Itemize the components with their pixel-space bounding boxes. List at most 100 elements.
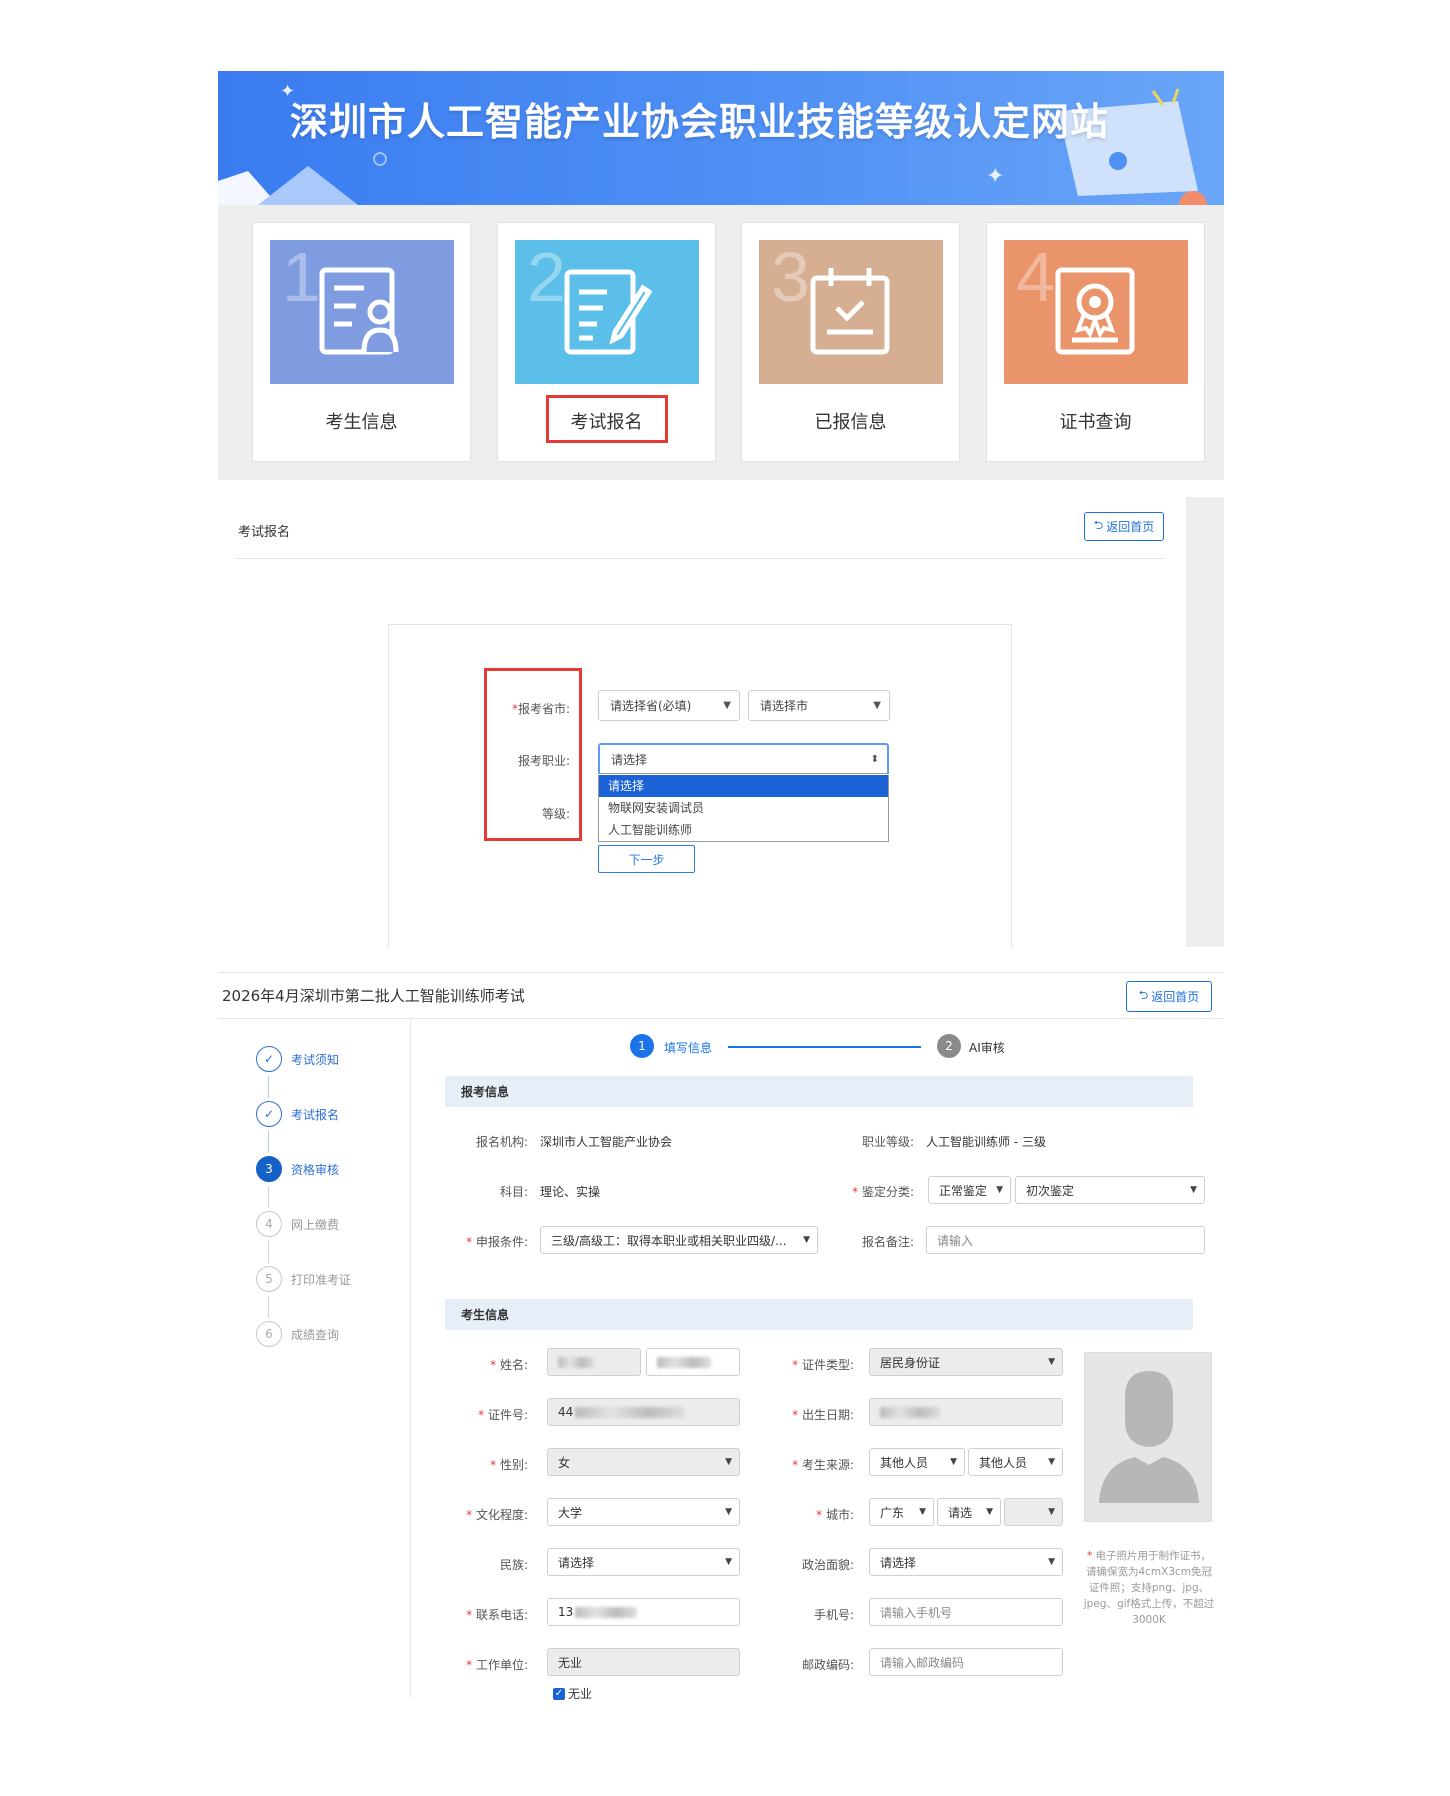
home-button-label: 返回首页 bbox=[1151, 990, 1200, 1004]
check-icon: ✓ bbox=[256, 1046, 282, 1072]
gender-select[interactable]: 女 ▼ bbox=[547, 1448, 740, 1476]
step-connector bbox=[268, 1076, 269, 1098]
step-label: 资格审核 bbox=[291, 1162, 340, 1177]
occupation-label: 报考职业: bbox=[517, 754, 570, 768]
dropdown-option[interactable]: 物联网安装调试员 bbox=[599, 797, 888, 819]
id-type-label: * 证件类型: bbox=[792, 1358, 854, 1372]
education-select[interactable]: 大学 ▼ bbox=[547, 1498, 740, 1526]
chevron-down-icon: ▼ bbox=[1048, 1507, 1055, 1517]
unemployed-checkbox[interactable]: ✓ 无业 bbox=[553, 1685, 592, 1702]
tile-candidate-info[interactable]: 1 考生信息 bbox=[252, 222, 471, 462]
step-label: 网上缴费 bbox=[291, 1217, 340, 1232]
step-number: 3 bbox=[256, 1156, 282, 1182]
section-candidate-info: 考生信息 bbox=[445, 1299, 1193, 1330]
avatar-placeholder-icon bbox=[1099, 1371, 1199, 1503]
progress-label-1: 填写信息 bbox=[664, 1041, 713, 1055]
next-button[interactable]: 下一步 bbox=[598, 845, 695, 873]
source-select-2[interactable]: 其他人员 ▼ bbox=[968, 1448, 1063, 1476]
checkbox-label: 无业 bbox=[568, 1687, 593, 1701]
source-select-1[interactable]: 其他人员 ▼ bbox=[869, 1448, 965, 1476]
panel-side-gutter bbox=[1186, 497, 1224, 947]
level-value: 人工智能训练师 - 三级 bbox=[926, 1135, 1046, 1149]
tile-number: 3 bbox=[771, 238, 810, 316]
step-print-admission[interactable]: 5 打印准考证 bbox=[256, 1266, 351, 1292]
city-select[interactable]: 请选择市 ▼ bbox=[748, 690, 890, 721]
header-divider bbox=[236, 558, 1164, 559]
id-no-input[interactable]: 44 bbox=[547, 1398, 740, 1426]
dropdown-option[interactable]: 请选择 bbox=[599, 775, 888, 797]
photo-upload[interactable] bbox=[1084, 1352, 1212, 1522]
work-label: * 工作单位: bbox=[466, 1658, 528, 1672]
progress-step-2: 2 bbox=[937, 1034, 961, 1058]
tile-certificate-query[interactable]: 4 证书查询 bbox=[986, 222, 1205, 462]
city-district-select[interactable]: ▼ bbox=[1004, 1498, 1063, 1526]
birth-input[interactable] bbox=[869, 1398, 1063, 1426]
step-exam-notice[interactable]: ✓ 考试须知 bbox=[256, 1046, 339, 1072]
nav-tiles: 1 考生信息 2 考试报名 3 已报信息 4 证书查询 bbox=[218, 205, 1224, 480]
home-button-label: 返回首页 bbox=[1106, 520, 1155, 534]
politics-select[interactable]: 请选择 ▼ bbox=[869, 1548, 1063, 1576]
select-value: 请选 bbox=[948, 1505, 973, 1520]
tile-image: 4 bbox=[1004, 240, 1188, 384]
chevron-down-icon: ▼ bbox=[723, 700, 731, 711]
select-value: 请选择 bbox=[558, 1555, 595, 1570]
select-value: 初次鉴定 bbox=[1026, 1183, 1075, 1198]
home-button[interactable]: ⮌ 返回首页 bbox=[1084, 512, 1164, 541]
select-value: 其他人员 bbox=[880, 1455, 929, 1470]
step-qualification-review[interactable]: 3 资格审核 bbox=[256, 1156, 339, 1182]
divider bbox=[218, 972, 1224, 973]
work-input[interactable]: 无业 bbox=[547, 1648, 740, 1676]
surname-input[interactable] bbox=[547, 1348, 641, 1376]
sidebar-divider bbox=[410, 1018, 411, 1698]
id-type-select[interactable]: 居民身份证 ▼ bbox=[869, 1348, 1063, 1376]
step-label: 考试须知 bbox=[291, 1052, 340, 1067]
remark-input[interactable]: 请输入 bbox=[926, 1226, 1205, 1254]
calendar-check-icon bbox=[810, 268, 890, 355]
postcode-input[interactable]: 请输入邮政编码 bbox=[869, 1648, 1063, 1676]
progress-step-1: 1 bbox=[630, 1034, 654, 1058]
return-icon: ⮌ bbox=[1138, 988, 1149, 1002]
birth-label: * 出生日期: bbox=[792, 1408, 854, 1422]
dropdown-option[interactable]: 人工智能训练师 bbox=[599, 819, 888, 841]
category-select-1[interactable]: 正常鉴定 ▼ bbox=[928, 1176, 1011, 1204]
nation-select[interactable]: 请选择 ▼ bbox=[547, 1548, 740, 1576]
phone-input[interactable]: 13 bbox=[547, 1598, 740, 1626]
step-score-query[interactable]: 6 成绩查询 bbox=[256, 1321, 339, 1347]
province-select[interactable]: 请选择省(必填) ▼ bbox=[598, 690, 740, 721]
step-label: 打印准考证 bbox=[291, 1272, 352, 1287]
city-select-value: 请选择市 bbox=[760, 699, 809, 713]
mobile-label: 手机号: bbox=[813, 1608, 854, 1622]
city-city-select[interactable]: 请选 ▼ bbox=[937, 1498, 1001, 1526]
org-value: 深圳市人工智能产业协会 bbox=[540, 1135, 673, 1149]
divider bbox=[218, 1018, 1224, 1019]
politics-label: 政治面貌: bbox=[801, 1558, 854, 1572]
occupation-select[interactable]: 请选择 ⬍ bbox=[598, 743, 889, 774]
select-value: 女 bbox=[558, 1455, 571, 1470]
category-select-2[interactable]: 初次鉴定 ▼ bbox=[1015, 1176, 1205, 1204]
source-label: * 考生来源: bbox=[792, 1458, 854, 1472]
step-connector bbox=[268, 1296, 269, 1318]
tile-label: 已报信息 bbox=[814, 412, 887, 433]
tile-label: 考生信息 bbox=[325, 412, 398, 433]
step-online-payment[interactable]: 4 网上缴费 bbox=[256, 1211, 339, 1237]
tile-image: 1 bbox=[270, 240, 454, 384]
condition-select[interactable]: 三级/高级工：取得本职业或相关职业四级/... ▼ bbox=[540, 1226, 818, 1254]
exam-home-button[interactable]: ⮌ 返回首页 bbox=[1126, 981, 1212, 1012]
province-label: *报考省市: bbox=[511, 702, 570, 716]
step-exam-registration[interactable]: ✓ 考试报名 bbox=[256, 1101, 339, 1127]
chevron-down-icon: ▼ bbox=[919, 1507, 926, 1517]
chevron-down-icon: ▼ bbox=[1048, 1557, 1055, 1567]
org-label: 报名机构: bbox=[475, 1135, 528, 1149]
mobile-input[interactable]: 请输入手机号 bbox=[869, 1598, 1063, 1626]
name-label: * 姓名: bbox=[490, 1358, 528, 1372]
tile-registered-info[interactable]: 3 已报信息 bbox=[741, 222, 960, 462]
city-province-select[interactable]: 广东 ▼ bbox=[869, 1498, 934, 1526]
given-name-input[interactable] bbox=[646, 1348, 740, 1376]
tile-exam-registration[interactable]: 2 考试报名 bbox=[497, 222, 716, 462]
photo-note: * 电子照片用于制作证书，请确保宽为4cmX3cm免冠证件照；支持png、jpg… bbox=[1083, 1550, 1215, 1626]
phone-visible: 13 bbox=[558, 1605, 574, 1619]
select-value: 大学 bbox=[558, 1505, 583, 1520]
subject-label: 科目: bbox=[499, 1185, 528, 1199]
chevron-down-icon: ▼ bbox=[725, 1457, 732, 1467]
chevron-down-icon: ▼ bbox=[996, 1185, 1003, 1195]
